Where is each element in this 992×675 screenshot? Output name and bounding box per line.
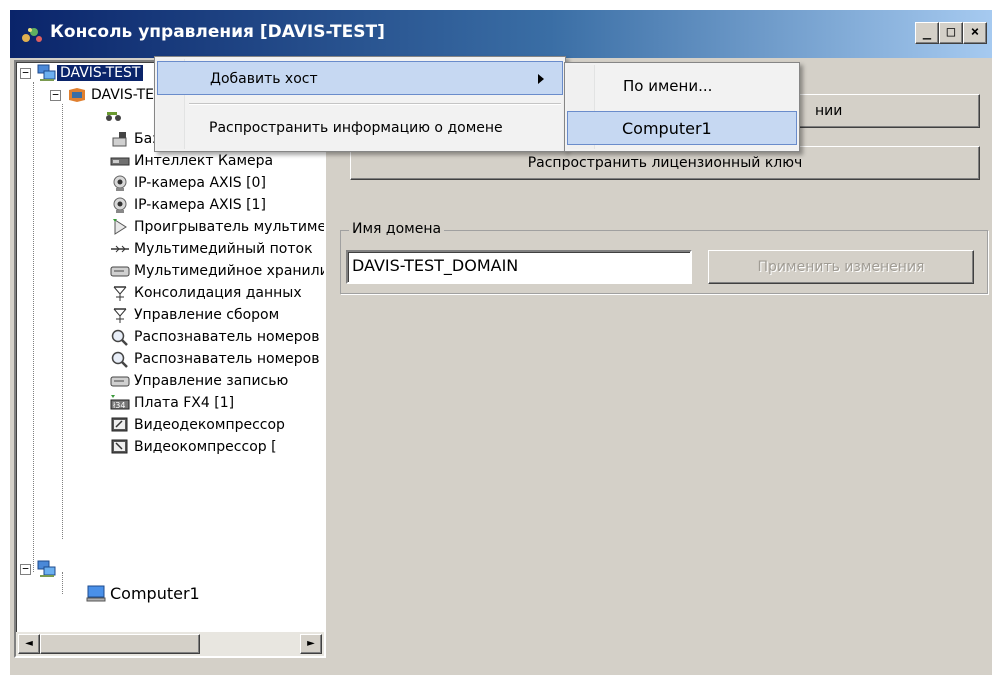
scroll-right-icon: ► — [307, 638, 315, 649]
close-button[interactable]: × — [963, 22, 987, 44]
tree-item-recognizer-2[interactable]: Распознаватель номеров — [110, 348, 319, 370]
tree-item-label: Плата FX4 [1] — [134, 395, 235, 411]
tree-horizontal-scrollbar[interactable]: ◄ ► — [16, 632, 324, 656]
tree-item-label: Мультимедийное хранилище — [134, 263, 324, 279]
tree-item-media-storage[interactable]: Мультимедийное хранилище — [110, 260, 324, 282]
scroll-left-button[interactable]: ◄ — [18, 634, 40, 654]
consolidation-icon — [110, 284, 130, 302]
menu-item-distribute-domain-info-label: Распространить информацию о домене — [209, 120, 503, 136]
svg-text:ł34: ł34 — [113, 401, 125, 410]
tree-line — [33, 82, 34, 572]
decompressor-icon — [110, 416, 130, 434]
tree-item-label: IP-камера AXIS [1] — [134, 197, 266, 213]
collection-icon — [110, 306, 130, 324]
submenu-item-by-name[interactable]: По имени... — [567, 69, 797, 103]
player-icon — [110, 218, 130, 236]
scroll-thumb[interactable] — [40, 634, 200, 654]
close-icon: × — [970, 24, 980, 40]
tree-item-media-player[interactable]: Проигрыватель мультимедиа — [110, 216, 326, 238]
ip-camera-icon — [110, 174, 130, 192]
tree-item-label: Интеллект Камера — [134, 153, 274, 169]
tree-item-board-fx4[interactable]: ł34 Плата FX4 [1] — [110, 392, 234, 414]
storage-icon — [110, 262, 130, 280]
tree-item-label: Мультимедийный поток — [134, 241, 313, 257]
computer-network-icon — [37, 560, 57, 578]
domain-name-group-title: Имя домена — [349, 221, 445, 237]
board-icon: ł34 — [110, 394, 130, 412]
menu-item-add-host[interactable]: Добавить хост — [157, 61, 563, 95]
collapse-icon[interactable]: − — [50, 89, 61, 101]
console-window: Консоль управления [DAVIS-TEST] _ □ × − — [0, 0, 992, 675]
submenu-item-computer1-label: Computer1 — [622, 119, 712, 138]
tree-item-label: Управление сбором — [134, 307, 280, 323]
submenu-item-computer1[interactable]: Computer1 — [567, 111, 797, 145]
collapse-icon[interactable]: − — [20, 67, 31, 79]
app-icon — [22, 28, 42, 42]
tree-item-label: Распознаватель номеров — [134, 351, 320, 367]
compressor-icon — [110, 438, 130, 456]
submenu-item-by-name-label: По имени... — [623, 77, 713, 95]
minimize-button[interactable]: _ — [915, 22, 939, 44]
tree-item-label: IP-камера AXIS [0] — [134, 175, 266, 191]
tree-item-media-stream[interactable]: Мультимедийный поток — [110, 238, 313, 260]
detector-icon — [110, 130, 130, 148]
tree-line — [62, 104, 63, 539]
ip-camera-icon — [110, 196, 130, 214]
window-title: Консоль управления [DAVIS-TEST] — [50, 22, 385, 42]
tree-item-label: Консолидация данных — [134, 285, 302, 301]
title-bar[interactable]: Консоль управления [DAVIS-TEST] _ □ × — [10, 10, 992, 58]
scroll-left-icon: ◄ — [25, 638, 33, 649]
maximize-button[interactable]: □ — [939, 22, 963, 44]
tree-item-video-decompressor[interactable]: Видеодекомпрессор — [110, 414, 285, 436]
scroll-right-button[interactable]: ► — [300, 634, 322, 654]
add-host-submenu: По имени... Computer1 — [564, 62, 800, 152]
stream-icon — [110, 240, 130, 258]
tree-line — [62, 572, 63, 594]
tree-item-label: Видеокомпрессор [ — [134, 439, 277, 455]
tree-item-label: Видеодекомпрессор — [134, 417, 285, 433]
tree-item-video-compressor[interactable]: Видеокомпрессор [ — [110, 436, 277, 458]
collapse-icon[interactable]: − — [20, 563, 31, 575]
tree-item-ip-camera-0[interactable]: IP-камера AXIS [0] — [110, 172, 266, 194]
distribute-license-label: Распространить лицензионный ключ — [527, 155, 803, 171]
minimize-icon: _ — [922, 24, 932, 40]
tree-item-data-consolidation[interactable]: Консолидация данных — [110, 282, 302, 304]
tree-item-ip-camera-1[interactable]: IP-камера AXIS [1] — [110, 194, 266, 216]
tree-item-label: Распознаватель номеров — [134, 329, 320, 345]
computer-network-icon — [37, 64, 57, 82]
server-icon — [67, 86, 87, 104]
tree-item-second-root[interactable]: − — [20, 558, 61, 580]
computer-icon — [86, 584, 106, 602]
camera-switch-icon — [104, 108, 124, 126]
tree-item-label: DAVIS-TEST — [57, 65, 144, 81]
tree-item-collection-control[interactable]: Управление сбором — [110, 304, 279, 326]
menu-item-add-host-label: Добавить хост — [210, 71, 318, 87]
camera-board-icon — [110, 152, 130, 170]
tree-item-recognizer-1[interactable]: Распознаватель номеров — [110, 326, 319, 348]
tree-item-label: Computer1 — [110, 583, 200, 603]
domain-name-value: DAVIS-TEST_DOMAIN — [352, 256, 519, 275]
recognizer-icon — [110, 350, 130, 368]
tree-item-davis-test-root[interactable]: − DAVIS-TEST — [20, 62, 144, 84]
recognizer-icon — [110, 328, 130, 346]
tree-item-record-control[interactable]: Управление записью — [110, 370, 288, 392]
apply-changes-button[interactable]: Применить изменения — [708, 250, 974, 284]
tree-context-menu: Добавить хост Распространить информацию … — [154, 56, 566, 152]
domain-name-input[interactable]: DAVIS-TEST_DOMAIN — [346, 250, 692, 284]
top-action-button-label: нии — [815, 103, 843, 119]
submenu-arrow-icon — [538, 74, 544, 84]
apply-changes-label: Применить изменения — [757, 259, 925, 275]
record-icon — [110, 372, 130, 390]
menu-separator — [189, 103, 561, 105]
tree-item-label: Проигрыватель мультимедиа — [134, 219, 326, 235]
menu-item-distribute-domain-info[interactable]: Распространить информацию о домене — [157, 111, 563, 145]
tree-item-camera-switch[interactable] — [104, 106, 128, 128]
tree-item-label: Управление записью — [134, 373, 289, 389]
maximize-icon: □ — [946, 24, 956, 40]
tree-item-intellect-camera[interactable]: Интеллект Камера — [110, 150, 273, 172]
tree-item-computer1[interactable]: Computer1 — [86, 582, 200, 604]
